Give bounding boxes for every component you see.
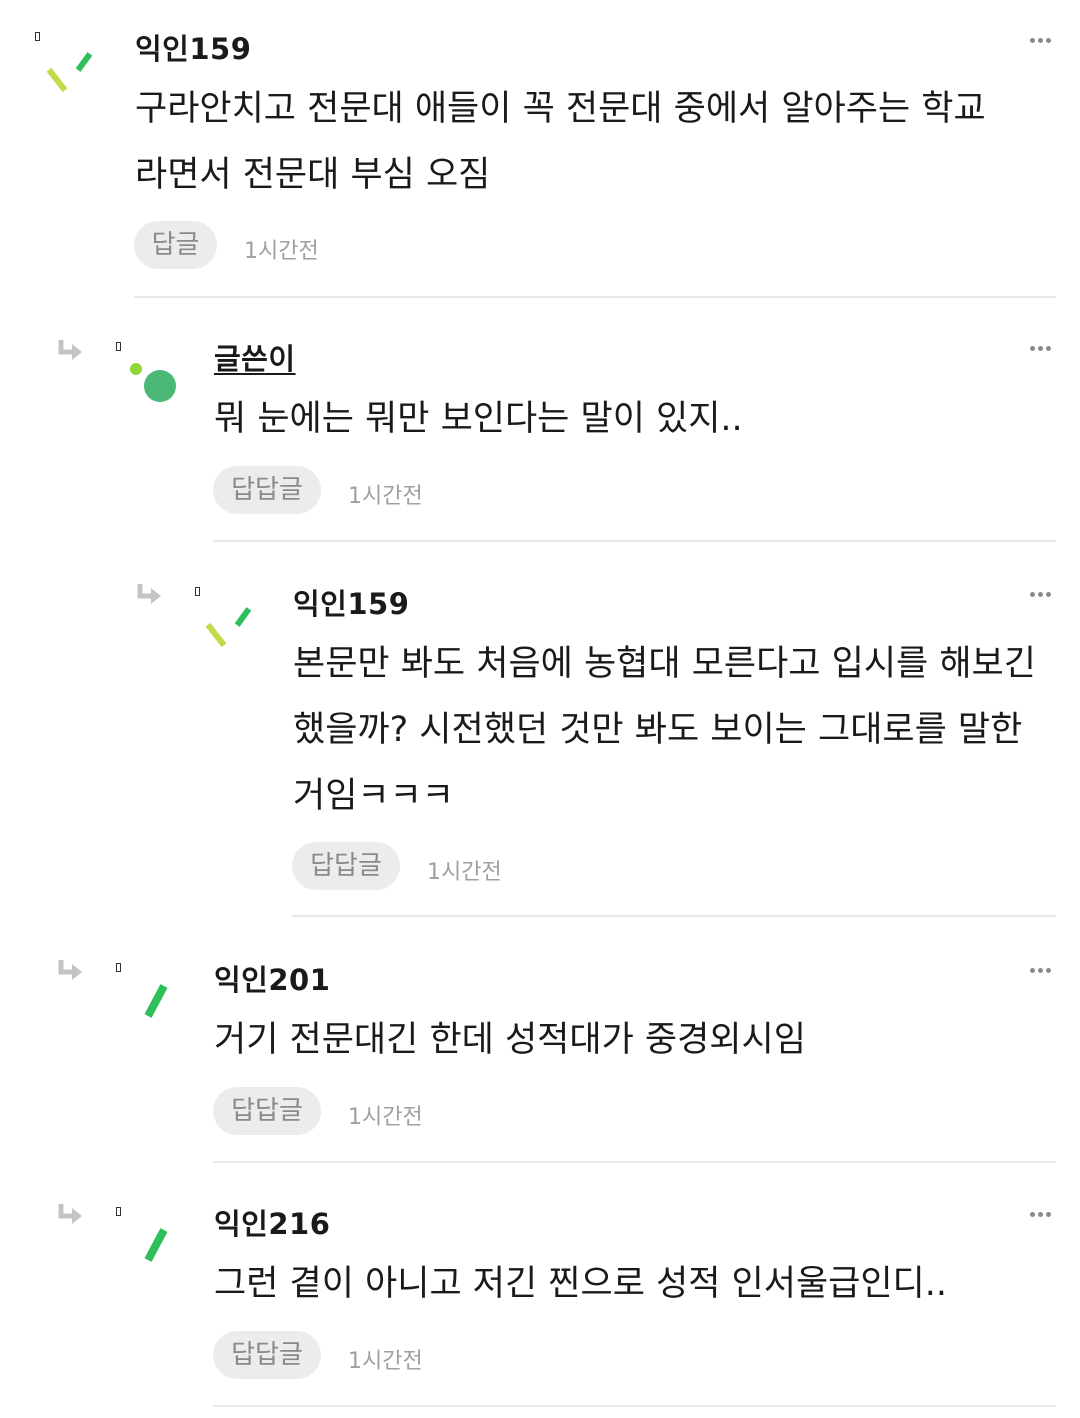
reply-button[interactable]: 답답글 (213, 1087, 321, 1135)
avatar[interactable] (124, 978, 184, 1038)
divider (213, 1161, 1056, 1163)
reply-button[interactable]: 답글 (134, 221, 217, 269)
more-options-icon[interactable] (1030, 346, 1054, 354)
reply-arrow-icon (58, 960, 82, 980)
level-marker-icon (35, 32, 40, 41)
reply-arrow-icon (58, 1204, 82, 1224)
more-options-icon[interactable] (1030, 38, 1054, 46)
more-options-icon[interactable] (1030, 592, 1054, 600)
level-marker-icon (116, 963, 121, 972)
reply-button[interactable]: 답답글 (213, 466, 321, 514)
comment-time: 1시간전 (348, 484, 423, 509)
avatar[interactable] (124, 1222, 184, 1282)
divider (292, 915, 1056, 917)
comment-author[interactable]: 익인159 (135, 26, 251, 68)
divider (134, 296, 1056, 298)
level-marker-icon (116, 342, 121, 351)
comment-body: 본문만 봐도 처음에 농협대 모른다고 입시를 해보긴 했을까? 시전했던 것만… (293, 644, 1036, 816)
avatar[interactable] (44, 48, 104, 108)
comment-author[interactable]: 글쓴이 (214, 336, 296, 378)
comment-author[interactable]: 익인216 (214, 1201, 330, 1243)
divider (213, 540, 1056, 542)
reply-arrow-icon (137, 584, 161, 604)
avatar[interactable] (203, 603, 263, 663)
reply-button[interactable]: 답답글 (213, 1331, 321, 1379)
comment-time: 1시간전 (348, 1349, 423, 1374)
avatar[interactable] (124, 356, 184, 416)
level-marker-icon (116, 1207, 121, 1216)
reply-button[interactable]: 답답글 (292, 842, 400, 890)
more-options-icon[interactable] (1030, 968, 1054, 976)
reply-arrow-icon (58, 340, 82, 360)
comment-body: 뭐 눈에는 뭐만 보인다는 말이 있지.. (214, 399, 743, 439)
level-marker-icon (195, 587, 200, 596)
more-options-icon[interactable] (1030, 1212, 1054, 1220)
comment-time: 1시간전 (348, 1105, 423, 1130)
divider (213, 1405, 1056, 1407)
comment-body: 구라안치고 전문대 애들이 꼭 전문대 중에서 알아주는 학교 라면서 전문대 … (135, 89, 986, 195)
comment-author[interactable]: 익인201 (214, 957, 330, 999)
comment-body: 거기 전문대긴 한데 성적대가 중경외시임 (214, 1020, 806, 1060)
comment-time: 1시간전 (427, 860, 502, 885)
comment-body: 그런 곁이 아니고 저긴 찐으로 성적 인서울급인디.. (214, 1264, 948, 1304)
comment-time: 1시간전 (244, 239, 319, 264)
comment-author[interactable]: 익인159 (293, 581, 409, 623)
